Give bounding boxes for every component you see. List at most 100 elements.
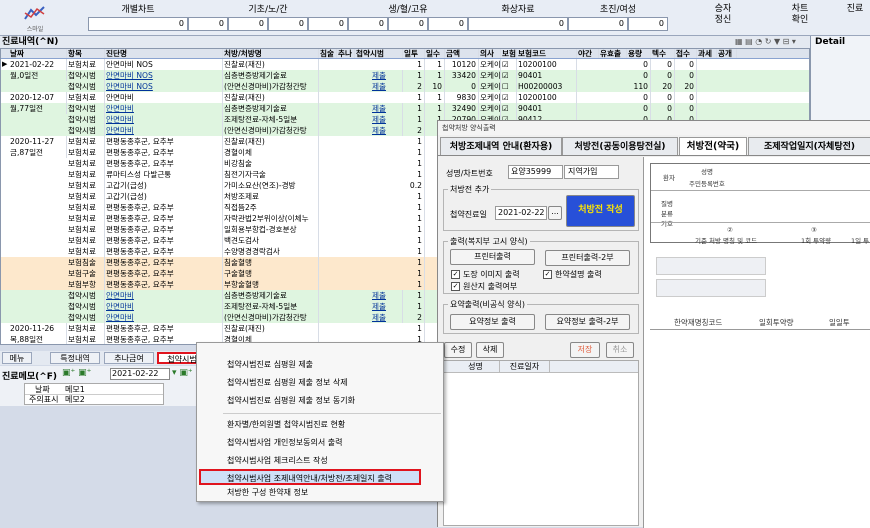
tab-chuna[interactable]: 추나금여 bbox=[104, 352, 154, 364]
button-label: 정신 bbox=[714, 15, 732, 25]
table-row[interactable]: 2021-02-22 보험치료 안면마비 NOS 진찰료(재진) 1 1 10120 오케이 ☑… bbox=[1, 58, 809, 71]
tab-shared-prescription[interactable]: 처방전(공동이용탕전실) bbox=[562, 137, 678, 155]
current-row-marker-icon: ▶ bbox=[2, 60, 8, 68]
tab-individual-chart[interactable]: 개별차트 bbox=[88, 2, 188, 16]
memo-action-icon[interactable]: ▾ ▣⁺ bbox=[172, 368, 193, 378]
menu-item-submit[interactable]: 첩약시범진료 심평원 제출 bbox=[197, 357, 443, 373]
create-prescription-button[interactable]: 처방전 작성 bbox=[566, 195, 635, 227]
column-header[interactable]: 처방/처방명 bbox=[223, 49, 319, 59]
tab-patient-guide[interactable]: 처방조제내역 안내(환자용) bbox=[440, 137, 562, 155]
cell-t2: 0 bbox=[675, 92, 697, 103]
menu-item-print-prescription[interactable]: 첩약시범사업 조제내역안내/처방전/조제일지 출력 bbox=[199, 469, 421, 485]
column-header[interactable]: 진단명 bbox=[105, 49, 223, 59]
count-field: 0 bbox=[348, 17, 388, 31]
menu-item-status[interactable]: 환자별/한의원별 첩약시범진료 현황 bbox=[197, 417, 443, 433]
memo-title: 진료메모(^F) bbox=[2, 372, 58, 382]
column-header[interactable]: 공개 bbox=[717, 49, 737, 59]
printer-output-button[interactable]: 프린터출력 bbox=[450, 249, 535, 265]
tab-first-visit[interactable]: 초진/여성 bbox=[568, 2, 668, 16]
cell-type: 첩약시범 bbox=[67, 125, 105, 136]
tab-menu[interactable]: 메뉴 bbox=[2, 352, 32, 364]
tab-life-blood[interactable]: 생/혈/고유 bbox=[348, 2, 468, 16]
save-button[interactable]: 저장 bbox=[570, 342, 600, 358]
tab-image-data[interactable]: 화상자료 bbox=[468, 2, 568, 16]
column-header[interactable]: 첩약시범 bbox=[355, 49, 403, 59]
cell-diag: 편평동종후군, 요추부 bbox=[105, 202, 223, 213]
cell-rx: 진찰료(재진) bbox=[223, 323, 319, 334]
menu-item-consent-print[interactable]: 첩약시범사업 개인정보동의서 출력 bbox=[197, 435, 443, 451]
column-header[interactable]: 추나 bbox=[337, 49, 355, 59]
cell-day: 1 bbox=[403, 224, 425, 235]
column-header[interactable]: 과세 bbox=[697, 49, 717, 59]
column-header[interactable]: 용량 bbox=[627, 49, 651, 59]
cell-rx: 진찰료(재진) bbox=[223, 92, 319, 103]
origin-checkbox[interactable]: ✓ bbox=[451, 282, 460, 291]
cell-code: 90401 bbox=[517, 103, 577, 114]
column-header[interactable]: 침술 bbox=[319, 49, 337, 59]
menu-separator bbox=[223, 413, 441, 414]
column-header[interactable]: 야간 bbox=[577, 49, 599, 59]
cell-pilot: 제출 bbox=[355, 81, 403, 92]
column-header[interactable]: 접수 bbox=[675, 49, 697, 59]
column-header[interactable]: 보험코드 bbox=[517, 49, 577, 59]
treatment-button[interactable]: 진료 bbox=[840, 4, 870, 15]
menu-item-sync-submission[interactable]: 첩약시범진료 심평원 제출 정보 동기화 bbox=[197, 393, 443, 409]
chart-number-field[interactable]: 요양35999 bbox=[508, 165, 563, 179]
summary-output-button[interactable]: 요약정보 출력 bbox=[450, 314, 535, 330]
date-picker-button[interactable]: ... bbox=[548, 206, 562, 220]
edit-button[interactable]: 수정 bbox=[444, 342, 472, 358]
column-header[interactable]: 일수 bbox=[425, 49, 445, 59]
table-row[interactable]: 첩약시범 안면마비 NOS (안면신경마비)가감청간탕 제출 2 10 0 오케이 ☐ H0020… bbox=[1, 81, 809, 92]
tab-specific-history[interactable]: 특정내역 bbox=[50, 352, 100, 364]
cell-diag: 안면마비 bbox=[105, 301, 223, 312]
preview-patient: 환자 bbox=[663, 174, 675, 182]
cell-rx: 심층변증방제기술료 bbox=[223, 103, 319, 114]
visit-record-button[interactable]: 승자 정신 bbox=[698, 4, 748, 26]
menu-item-herb-info[interactable]: 처방한 구성 한약재 정보 bbox=[197, 485, 443, 501]
memo-date-input[interactable]: 2021-02-22 bbox=[110, 368, 170, 380]
column-header[interactable]: 유효출 bbox=[599, 49, 627, 59]
add-section-label: 처방전 추가 bbox=[448, 184, 492, 195]
cancel-button[interactable]: 취소 bbox=[606, 342, 634, 358]
column-header[interactable]: 금액 bbox=[445, 49, 479, 59]
tab-basic[interactable]: 기초/노/간 bbox=[188, 2, 348, 16]
menu-item-delete-submission[interactable]: 첩약시범진료 심평원 제출 정보 삭제 bbox=[197, 375, 443, 391]
printer-output-2copy-button[interactable]: 프린터출력-2부 bbox=[545, 250, 630, 266]
add-memo-icon[interactable]: ▣⁺ ▣⁺ bbox=[62, 368, 91, 378]
cell-dose: 0 bbox=[627, 70, 651, 81]
cell-type: 보험치료 bbox=[67, 235, 105, 246]
table-row[interactable]: 월,77일전 첩약시범 안면마비 심층변증방제기술료 제출 1 1 32490 오케이 ☑ 9040… bbox=[1, 103, 809, 114]
cell-rx: 자락관법2부위이상(이체누 bbox=[223, 213, 319, 224]
history-tool-icons[interactable]: ▦ ▤ ◔ ↻ ▼ ⊟ ▾ bbox=[735, 36, 796, 48]
menu-item-checklist[interactable]: 첩약시범사업 체크리스트 작성 bbox=[197, 453, 443, 469]
summary-output-2copy-button[interactable]: 요약정보 출력-2부 bbox=[545, 314, 630, 330]
cell-day: 0.2 bbox=[403, 180, 425, 191]
delete-button[interactable]: 삭제 bbox=[476, 342, 504, 358]
button-label: 차트 bbox=[791, 4, 809, 14]
cell-diag: 편평동종후군, 요추부 bbox=[105, 213, 223, 224]
tab-pharmacy-prescription[interactable]: 처방전(약국) bbox=[679, 137, 747, 155]
dialog-title: 첩약처방 양식출력 bbox=[438, 121, 870, 135]
column-header[interactable]: 텍수 bbox=[651, 49, 675, 59]
column-header[interactable]: 날짜 bbox=[9, 49, 67, 59]
cell-pilot: 제출 bbox=[355, 290, 403, 301]
stamp-checkbox[interactable]: ✓ bbox=[451, 270, 460, 279]
column-header[interactable]: 보험 bbox=[501, 49, 517, 59]
insurance-type-field: 지역가입 bbox=[564, 165, 619, 179]
visit-date-input[interactable]: 2021-02-22 bbox=[495, 206, 547, 220]
herb-desc-checkbox[interactable]: ✓ bbox=[543, 270, 552, 279]
tab-work-log[interactable]: 조제작업일지(자체탕전) bbox=[748, 137, 870, 155]
chart-check-button[interactable]: 차트 확인 bbox=[775, 4, 825, 26]
cell-rx: 부항술혈맹 bbox=[223, 279, 319, 290]
cell-diag: 편평동종후군, 요추부 bbox=[105, 136, 223, 147]
divider bbox=[650, 329, 870, 330]
cell-day: 1 bbox=[403, 191, 425, 202]
table-row[interactable]: 월,0일전 첩약시범 안면마비 NOS 심층변증방제기술료 제출 1 1 33420 오케이 ☑ 9… bbox=[1, 70, 809, 81]
column-header[interactable]: 일투 bbox=[403, 49, 425, 59]
cell-day: 1 bbox=[403, 279, 425, 290]
column-header[interactable]: 의사 bbox=[479, 49, 501, 59]
column-header[interactable]: 항목 bbox=[67, 49, 105, 59]
cell-day: 1 bbox=[403, 323, 425, 334]
cell-day: 1 bbox=[403, 92, 425, 103]
table-row[interactable]: 2020-12-07 보험치료 안면마비 진찰료(재진) 1 1 9830 오케이 ☑ 10200… bbox=[1, 92, 809, 103]
